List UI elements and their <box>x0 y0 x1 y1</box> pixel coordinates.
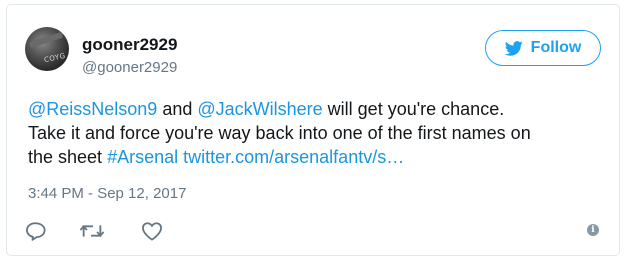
like-icon[interactable] <box>141 221 163 241</box>
avatar-label: COYG <box>43 51 67 65</box>
tweet-card: COYG gooner2929 @gooner2929 Follow @Reis… <box>6 4 620 256</box>
hashtag-link[interactable]: #Arsenal <box>107 147 178 167</box>
tweet-text-fragment: Take it and force you're way back into o… <box>28 123 531 143</box>
avatar-graphic <box>28 31 64 49</box>
tweet-text-fragment: will get you're chance. <box>322 99 505 119</box>
tweet-timestamp[interactable]: 3:44 PM - Sep 12, 2017 <box>28 185 186 202</box>
author-display-name[interactable]: gooner2929 <box>82 35 177 55</box>
tweet-text-fragment: the sheet <box>28 147 108 167</box>
mention-link[interactable]: @JackWilshere <box>197 99 322 119</box>
mention-link[interactable]: @ReissNelson9 <box>28 99 157 119</box>
follow-button[interactable]: Follow <box>485 30 601 66</box>
tweet-text: @ReissNelson9 and @JackWilshere will get… <box>28 97 608 169</box>
tweet-text-fragment: and <box>157 99 198 119</box>
info-icon[interactable]: i <box>587 224 599 236</box>
author-screen-name[interactable]: @gooner2929 <box>82 59 177 76</box>
follow-button-label: Follow <box>530 39 582 56</box>
retweet-icon[interactable] <box>79 221 105 241</box>
twitter-bird-icon <box>504 40 523 56</box>
reply-icon[interactable] <box>25 221 47 241</box>
avatar[interactable]: COYG <box>25 27 69 71</box>
url-link[interactable]: twitter.com/arsenalfantv/s… <box>183 147 404 167</box>
